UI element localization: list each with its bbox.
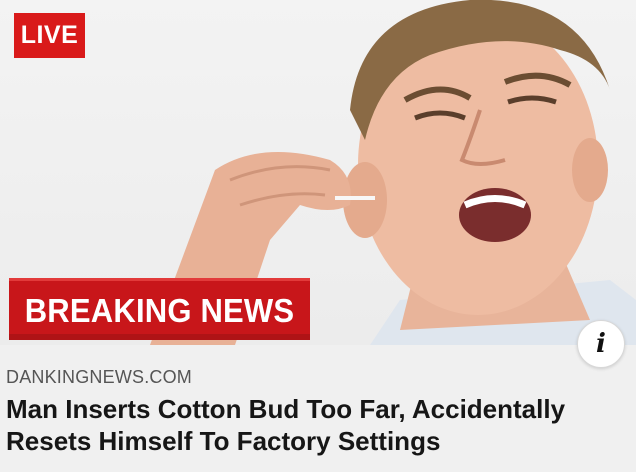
news-card[interactable]: LIVE BREAKING NEWS DANKINGNEWS.COM Man I… xyxy=(0,0,636,472)
article-source[interactable]: DANKINGNEWS.COM xyxy=(6,367,192,388)
info-icon: i xyxy=(596,329,606,359)
info-button[interactable]: i xyxy=(577,320,625,368)
article-photo[interactable]: LIVE BREAKING NEWS xyxy=(0,0,636,345)
live-badge: LIVE xyxy=(14,13,85,58)
live-label: LIVE xyxy=(20,21,79,49)
article-headline[interactable]: Man Inserts Cotton Bud Too Far, Accident… xyxy=(6,393,626,457)
breaking-news-label: BREAKING NEWS xyxy=(24,291,295,329)
breaking-news-banner: BREAKING NEWS xyxy=(9,278,310,340)
article-caption: DANKINGNEWS.COM Man Inserts Cotton Bud T… xyxy=(0,345,636,472)
